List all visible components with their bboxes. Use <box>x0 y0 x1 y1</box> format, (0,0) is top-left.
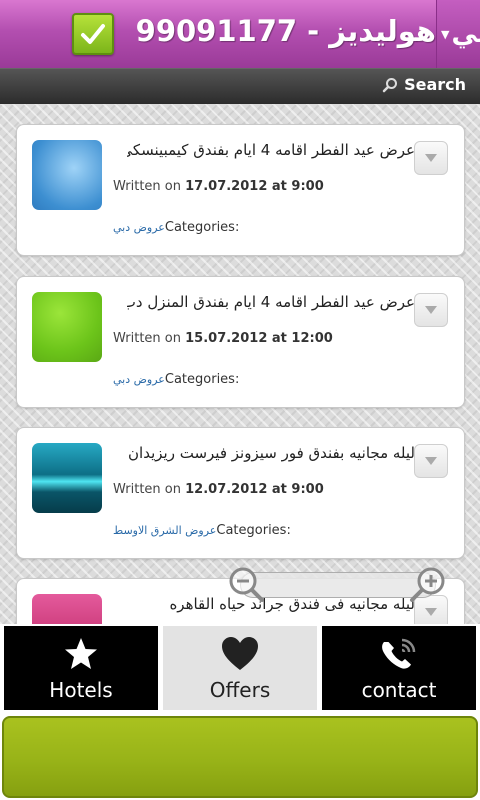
category-link[interactable]: عروض دبي <box>113 373 165 386</box>
tab-label: Hotels <box>49 678 113 702</box>
app-title: 99091177 - هوليديز <box>135 14 436 48</box>
post-date: 15.07.2012 at 12:00 <box>185 331 333 346</box>
written-prefix: Written on <box>113 482 181 497</box>
post-date-line: Written on 17.07.2012 at 9:00 <box>113 179 324 194</box>
tab-offers[interactable]: Offers <box>163 626 317 710</box>
category-link[interactable]: عروض الشرق الاوسط <box>113 524 216 537</box>
post-thumbnail <box>32 594 102 624</box>
post-title[interactable]: عرض عيد الفطر اقامه 4 ايام بفندق المنزل … <box>127 293 415 311</box>
post-title[interactable]: عرض عيد الفطر اقامه 4 ايام بفندق كيمبينس… <box>127 141 415 159</box>
post-title[interactable]: ليله مجانيه بفندق فور سيزونز فيرست ريزيد… <box>127 444 415 462</box>
phone-icon <box>382 638 416 669</box>
heart-icon <box>222 637 258 670</box>
categories-label: Categories: <box>164 220 240 235</box>
post-card[interactable]: ليله مجانيه بفندق فور سيزونز فيرست ريزيد… <box>16 427 465 559</box>
written-prefix: Written on <box>113 331 181 346</box>
post-dropdown-button[interactable] <box>414 293 448 327</box>
post-categories: عروض الشرق الاوسطCategories: <box>113 523 291 538</box>
chevron-down-icon: ▼ <box>441 27 450 41</box>
chevron-down-icon <box>425 154 437 162</box>
written-prefix: Written on <box>113 179 181 194</box>
post-dropdown-button[interactable] <box>414 141 448 175</box>
chevron-down-icon <box>425 608 437 616</box>
checkmark-button[interactable] <box>72 13 114 55</box>
post-date: 12.07.2012 at 9:00 <box>185 482 324 497</box>
posts-list[interactable]: عرض عيد الفطر اقامه 4 ايام بفندق كيمبينس… <box>0 104 480 624</box>
categories-label: Categories: <box>216 523 291 538</box>
green-banner-button[interactable] <box>2 716 478 798</box>
search-icon <box>382 77 398 92</box>
search-button[interactable]: Search <box>382 75 466 94</box>
tab-hotels[interactable]: Hotels <box>4 626 158 710</box>
post-date: 17.07.2012 at 9:00 <box>185 179 324 194</box>
header-menu-button[interactable]: ▼ مي <box>436 0 480 68</box>
bottom-banner <box>0 714 480 800</box>
post-thumbnail <box>32 292 102 362</box>
post-thumbnail <box>32 140 102 210</box>
post-card[interactable]: عرض عيد الفطر اقامه 4 ايام بفندق المنزل … <box>16 276 465 408</box>
header-right-text: مي <box>451 19 480 49</box>
post-date-line: Written on 12.07.2012 at 9:00 <box>113 482 324 497</box>
zoom-out-icon <box>229 567 264 602</box>
post-categories: عروض دبيCategories: <box>113 372 239 387</box>
search-label: Search <box>404 75 466 94</box>
post-categories: عروض دبيCategories: <box>113 220 239 235</box>
tab-contact[interactable]: contact <box>322 626 476 710</box>
zoom-out-button[interactable] <box>224 562 268 606</box>
post-date-line: Written on 15.07.2012 at 12:00 <box>113 331 333 346</box>
search-bar: Search <box>0 68 480 104</box>
tab-label: Offers <box>209 678 271 702</box>
chevron-down-icon <box>425 306 437 314</box>
bottom-tab-bar: Hotels Offers contact <box>0 624 480 714</box>
zoom-in-icon <box>410 567 445 602</box>
tab-label: contact <box>361 678 437 702</box>
category-link[interactable]: عروض دبي <box>113 221 165 234</box>
zoom-in-button[interactable] <box>406 562 450 606</box>
post-thumbnail <box>32 443 102 513</box>
categories-label: Categories: <box>164 372 240 387</box>
zoom-controls <box>222 560 450 606</box>
checkmark-icon <box>81 24 105 44</box>
star-icon <box>65 638 97 669</box>
post-dropdown-button[interactable] <box>414 444 448 478</box>
chevron-down-icon <box>425 457 437 465</box>
app-header: 99091177 - هوليديز ▼ مي <box>0 0 480 68</box>
post-card[interactable]: عرض عيد الفطر اقامه 4 ايام بفندق كيمبينس… <box>16 124 465 256</box>
